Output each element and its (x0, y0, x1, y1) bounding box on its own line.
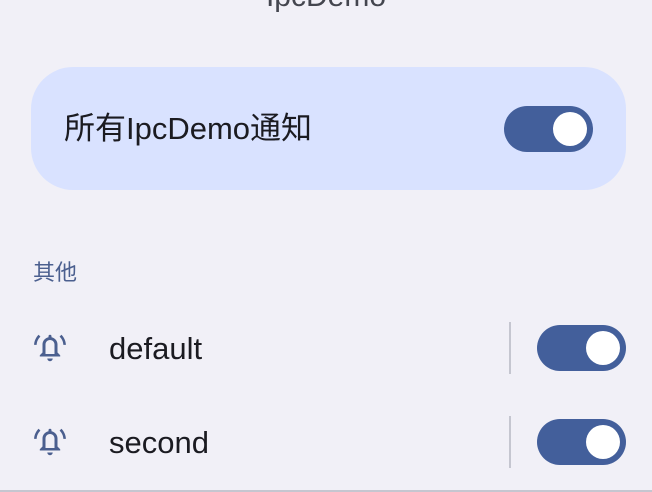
toggle-thumb (553, 112, 587, 146)
channel-label-default: default (109, 331, 203, 366)
section-header-other: 其他 (33, 260, 78, 285)
channel-row-second[interactable]: second (0, 403, 652, 483)
row-divider (509, 416, 511, 468)
bell-ringing-icon (34, 428, 66, 456)
app-title: IpcDemo (0, 0, 652, 14)
channel-label-second: second (109, 425, 209, 460)
bell-ringing-icon (34, 334, 66, 362)
all-notifications-label: 所有IpcDemo通知 (64, 111, 313, 146)
toggle-thumb (586, 425, 620, 459)
all-notifications-toggle[interactable] (504, 106, 593, 152)
toggle-thumb (586, 331, 620, 365)
row-divider (509, 322, 511, 374)
channel-row-default[interactable]: default (0, 309, 652, 389)
channel-toggle-second[interactable] (537, 419, 626, 465)
channel-toggle-default[interactable] (537, 325, 626, 371)
all-notifications-card[interactable]: 所有IpcDemo通知 (31, 67, 626, 190)
